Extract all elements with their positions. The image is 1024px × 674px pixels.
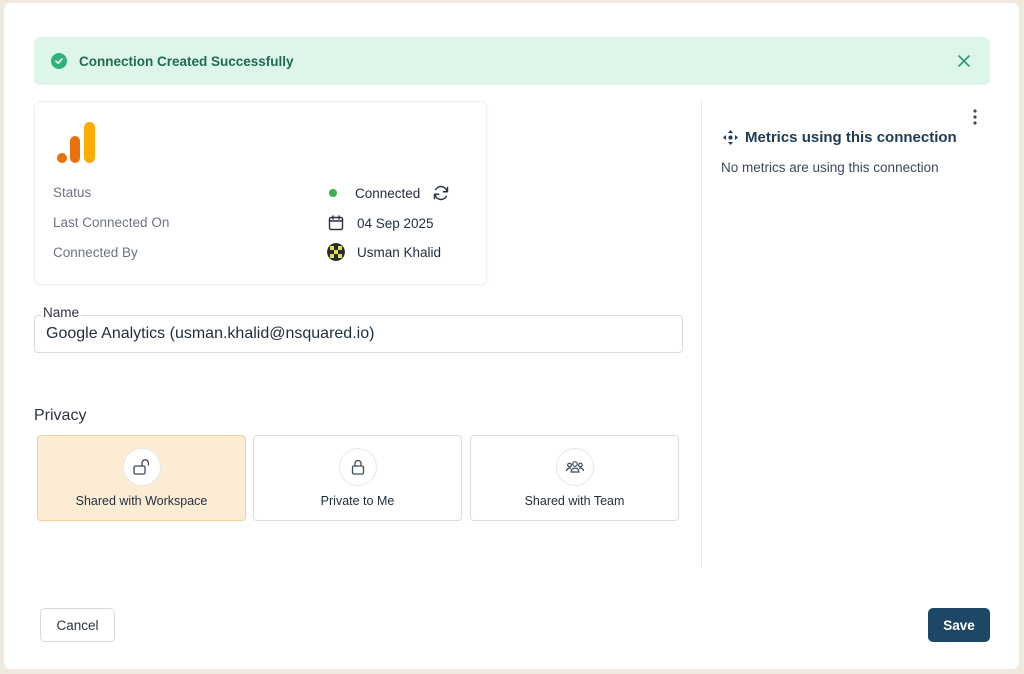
status-dot-icon: [329, 189, 337, 197]
privacy-option-label: Shared with Team: [524, 494, 625, 508]
metrics-empty-text: No metrics are using this connection: [721, 160, 939, 175]
success-alert: Connection Created Successfully: [34, 37, 990, 85]
name-input[interactable]: [34, 315, 683, 353]
avatar: [327, 243, 345, 261]
move-arrows-icon: [723, 130, 738, 145]
privacy-option-label: Private to Me: [320, 494, 395, 508]
privacy-option-private[interactable]: Private to Me: [253, 435, 462, 521]
unlock-icon: [122, 448, 161, 486]
last-connected-group: 04 Sep 2025: [327, 214, 434, 232]
vertical-divider: [701, 101, 702, 567]
cancel-button[interactable]: Cancel: [40, 608, 115, 642]
calendar-icon: [327, 214, 345, 232]
privacy-option-label: Shared with Workspace: [75, 494, 208, 508]
more-options-icon[interactable]: [969, 108, 981, 126]
status-value-group: Connected: [327, 184, 450, 202]
alert-message: Connection Created Successfully: [79, 53, 294, 69]
connected-by-label: Connected By: [53, 245, 138, 260]
connected-by-value: Usman Khalid: [357, 244, 442, 260]
check-circle-icon: [51, 53, 67, 69]
last-connected-label: Last Connected On: [53, 215, 170, 230]
privacy-option-team[interactable]: Shared with Team: [470, 435, 679, 521]
google-analytics-logo: [57, 122, 95, 163]
privacy-option-workspace[interactable]: Shared with Workspace: [37, 435, 246, 521]
save-button[interactable]: Save: [928, 608, 990, 642]
name-label: Name: [41, 305, 82, 320]
privacy-title: Privacy: [34, 407, 87, 424]
metrics-title-text: Metrics using this connection: [745, 129, 957, 146]
status-label: Status: [53, 185, 92, 200]
metrics-panel-title: Metrics using this connection: [722, 129, 957, 146]
lock-icon: [338, 448, 377, 486]
close-icon[interactable]: [956, 53, 972, 69]
team-icon: [555, 448, 594, 486]
connection-modal: Connection Created Successfully Status C…: [4, 3, 1019, 669]
status-value: Connected: [355, 185, 421, 201]
last-connected-value: 04 Sep 2025: [357, 215, 434, 231]
connection-details-card: Status Connected Last Connected On 04 Se…: [34, 101, 487, 285]
refresh-icon[interactable]: [432, 184, 450, 202]
connected-by-group: Usman Khalid: [327, 243, 441, 261]
